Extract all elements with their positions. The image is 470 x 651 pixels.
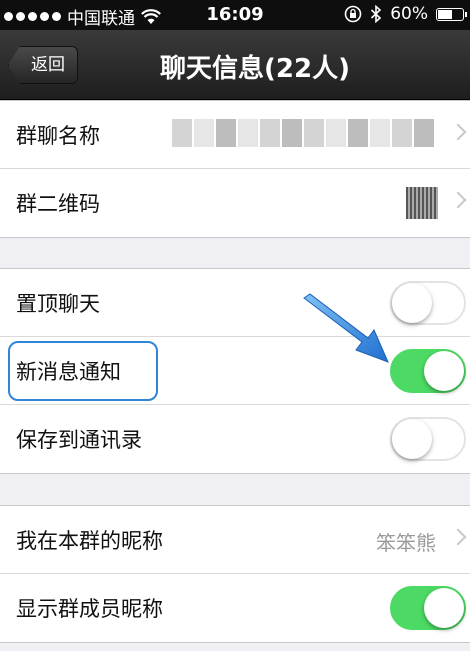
row-group-qr[interactable]: 群二维码 bbox=[0, 169, 470, 237]
arrow-icon bbox=[303, 293, 389, 363]
rotation-lock-icon bbox=[344, 5, 362, 23]
status-bar: 中国联通 16:09 60% bbox=[0, 0, 470, 30]
pin-chat-toggle[interactable] bbox=[390, 281, 466, 325]
my-nickname-label: 我在本群的昵称 bbox=[16, 529, 163, 553]
pin-chat-label: 置顶聊天 bbox=[16, 292, 100, 316]
nav-bar: 返回 聊天信息(22人) bbox=[0, 30, 470, 100]
notify-toggle[interactable] bbox=[390, 349, 466, 393]
battery-icon bbox=[436, 7, 467, 21]
group-name-value-blurred bbox=[172, 119, 434, 147]
my-nickname-value: 笨笨熊 bbox=[376, 531, 436, 555]
save-contacts-label: 保存到通讯录 bbox=[16, 428, 142, 452]
chevron-right-icon bbox=[449, 191, 467, 209]
section-nickname: 我在本群的昵称 笨笨熊 显示群成员昵称 bbox=[0, 505, 470, 643]
status-right: 60% bbox=[344, 4, 467, 24]
chevron-right-icon bbox=[449, 123, 467, 141]
group-name-label: 群聊名称 bbox=[16, 124, 100, 148]
save-contacts-toggle[interactable] bbox=[390, 417, 466, 461]
battery-percent: 60% bbox=[390, 4, 428, 24]
row-group-name[interactable]: 群聊名称 bbox=[0, 101, 470, 169]
annotation-highlight-box bbox=[8, 341, 158, 401]
row-show-member-names: 显示群成员昵称 bbox=[0, 574, 470, 642]
row-save-contacts: 保存到通讯录 bbox=[0, 405, 470, 473]
qr-label: 群二维码 bbox=[16, 192, 100, 216]
chevron-right-icon bbox=[449, 528, 467, 546]
show-names-toggle[interactable] bbox=[390, 586, 466, 630]
row-pin-chat: 置顶聊天 bbox=[0, 269, 470, 337]
page-title: 聊天信息(22人) bbox=[160, 54, 350, 84]
section-group-info: 群聊名称 群二维码 bbox=[0, 100, 470, 238]
bluetooth-icon bbox=[371, 5, 382, 23]
back-button[interactable]: 返回 bbox=[8, 46, 78, 84]
show-names-label: 显示群成员昵称 bbox=[16, 597, 163, 621]
qr-code-icon bbox=[406, 187, 438, 219]
row-my-nickname[interactable]: 我在本群的昵称 笨笨熊 bbox=[0, 506, 470, 574]
